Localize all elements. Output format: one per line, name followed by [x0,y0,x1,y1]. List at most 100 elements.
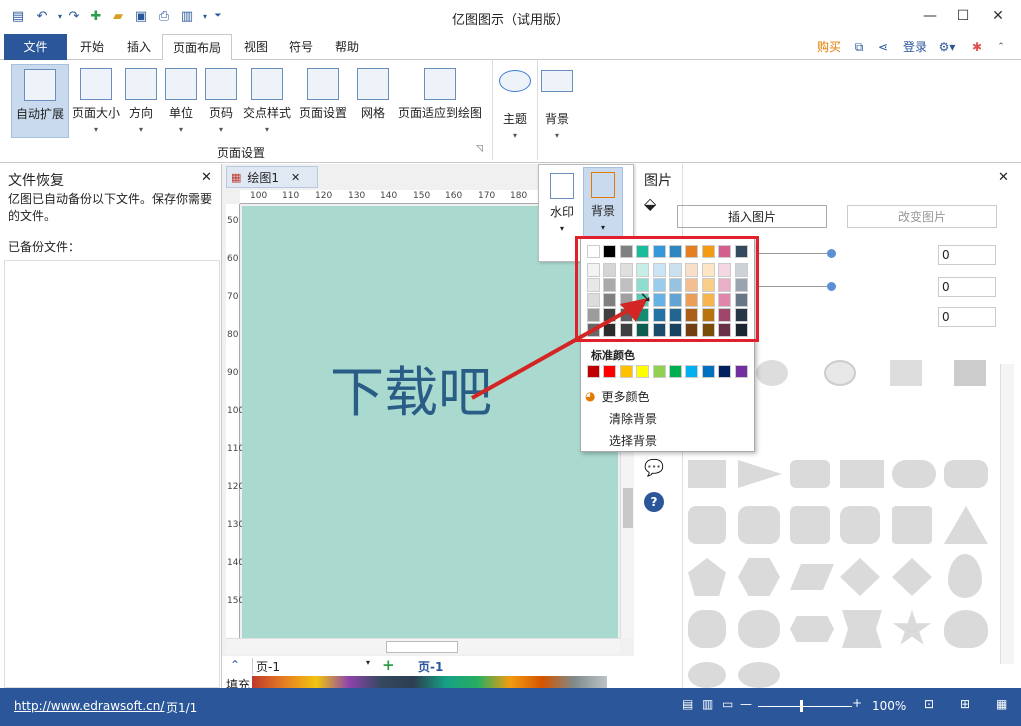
open-icon[interactable]: ▰ [110,8,126,24]
document-tab[interactable]: ▦ 绘图1 ✕ [226,166,318,188]
page-size-button[interactable]: 页面大小 ▾ [70,64,122,138]
page-number-button[interactable]: 页码 ▾ [204,64,238,138]
theme-button[interactable]: 主题 ▾ [496,66,534,140]
close-tab-icon[interactable]: ✕ [291,171,300,184]
website-link[interactable]: http://www.edrawsoft.cn/ [14,699,164,713]
undo-icon[interactable]: ↶ [34,8,50,24]
background-ribbon-button[interactable]: 背景 ▾ [538,66,576,140]
value-field[interactable]: 0 [938,277,996,297]
close-icon[interactable]: ✕ [998,170,1009,185]
shape-rounded-rectangle[interactable] [944,460,988,488]
redo-icon[interactable]: ↷ [66,8,82,24]
tab-home[interactable]: 开始 [72,34,112,60]
zoom-slider-thumb[interactable] [800,700,803,712]
shape-flower[interactable] [688,610,726,648]
page-tab[interactable]: 页-1 [418,658,443,675]
tab-insert[interactable]: 插入 [118,34,160,60]
page-select[interactable]: 页-1 ▾ [252,658,370,675]
shape-rectangle[interactable] [840,460,884,488]
shape-rounded-rectangle[interactable] [790,460,830,488]
maximize-button[interactable]: ☐ [948,4,978,28]
view-normal-icon[interactable]: ▤ [682,697,693,711]
clear-background-item[interactable]: 清除背景 [609,410,657,427]
image-effect-thumb[interactable] [954,360,986,386]
shape-heart[interactable] [688,662,726,688]
shape-rounded-square[interactable] [738,506,780,544]
share-icon[interactable]: ⋖ [874,34,892,60]
units-button[interactable]: 单位 ▾ [164,64,198,138]
shape-ribbon[interactable] [790,616,834,642]
color-swatch[interactable] [718,365,732,378]
color-swatch[interactable] [701,365,715,378]
shape-oval[interactable] [738,662,780,688]
settings-icon[interactable]: ⚙▾ [934,34,960,60]
slider-track[interactable] [756,253,832,254]
orientation-button[interactable]: 方向 ▾ [124,64,158,138]
shape-rounded-square[interactable] [790,506,830,544]
new-icon[interactable]: ✚ [88,8,104,24]
view-present-icon[interactable]: ▭ [722,697,733,711]
shape-cloud[interactable] [738,610,780,648]
view-page-icon[interactable]: ▥ [702,697,713,711]
comment-icon[interactable]: 💬 [644,458,664,477]
help-icon[interactable]: ? [644,492,664,512]
color-swatch[interactable] [669,365,682,378]
color-swatch[interactable] [734,365,748,378]
tab-symbols[interactable]: 符号 [281,34,321,60]
shape-rounded-square[interactable] [840,506,880,544]
zoom-in-icon[interactable]: + [852,696,862,710]
tab-view[interactable]: 视图 [236,34,276,60]
slider-track[interactable] [756,286,832,287]
page-setup-button[interactable]: 页面设置 [297,64,349,138]
insert-image-button[interactable]: 插入图片 [677,205,827,228]
fit-width-icon[interactable]: ⊞ [960,697,970,711]
image-effect-thumb[interactable] [824,360,856,386]
close-icon[interactable]: ✕ [201,170,212,185]
image-effect-thumb[interactable] [756,360,788,386]
watermark-button[interactable]: 水印 ▾ [543,169,581,241]
minimize-button[interactable]: — [915,4,945,28]
share-screen-icon[interactable]: ⧉ [850,34,868,60]
buy-link[interactable]: 购买 [812,34,846,60]
grid-button[interactable]: 网格 [356,64,390,138]
shape-square[interactable] [892,506,932,544]
value-field[interactable]: 0 [938,245,996,265]
shape-drop[interactable] [948,554,982,598]
color-swatch[interactable] [685,365,699,378]
select-background-item[interactable]: 选择背景 [609,432,657,449]
plugin-icon[interactable]: ✱ [968,34,986,60]
export-icon[interactable]: ▥ [179,8,195,24]
backup-file-list[interactable] [4,260,220,688]
print-icon[interactable]: ⎙ [156,8,172,24]
collapse-ribbon-icon[interactable]: ⌃ [992,34,1010,60]
shape-heart[interactable] [944,610,988,648]
customize-toolbar-icon[interactable]: ⏷ [210,8,226,24]
close-button[interactable]: ✕ [983,4,1013,28]
slider-thumb[interactable] [827,249,836,258]
zoom-out-icon[interactable]: — [740,697,752,711]
crossover-style-button[interactable]: 交点样式 ▾ [242,64,292,138]
fill-color-strip[interactable] [252,676,607,688]
background-button[interactable]: 背景 ▾ [583,167,623,241]
fit-page-icon[interactable]: ⊡ [924,697,934,711]
group-launcher-icon[interactable]: ◹ [476,144,483,154]
fill-bucket-icon[interactable]: ⬙ [644,194,656,213]
pane-scrollbar[interactable] [1000,364,1014,664]
horizontal-scrollbar[interactable] [226,638,620,654]
slider-thumb[interactable] [827,282,836,291]
value-field[interactable]: 0 [938,307,996,327]
shape-rectangle[interactable] [688,460,726,488]
tab-help[interactable]: 帮助 [326,34,368,60]
fullscreen-icon[interactable]: ▦ [996,697,1007,711]
tab-file[interactable]: 文件 [4,34,67,60]
shape-rounded-square[interactable] [688,506,726,544]
change-image-button[interactable]: 改变图片 [847,205,997,228]
zoom-slider[interactable] [758,706,852,707]
shape-pill[interactable] [892,460,936,488]
add-page-icon[interactable]: + [382,656,395,674]
auto-expand-button[interactable]: 自动扩展 [11,64,69,138]
image-effect-thumb[interactable] [890,360,922,386]
shape-bowtie[interactable] [842,610,882,648]
tab-page-layout[interactable]: 页面布局 [162,34,232,61]
fit-to-drawing-button[interactable]: 页面适应到绘图 [396,64,484,138]
